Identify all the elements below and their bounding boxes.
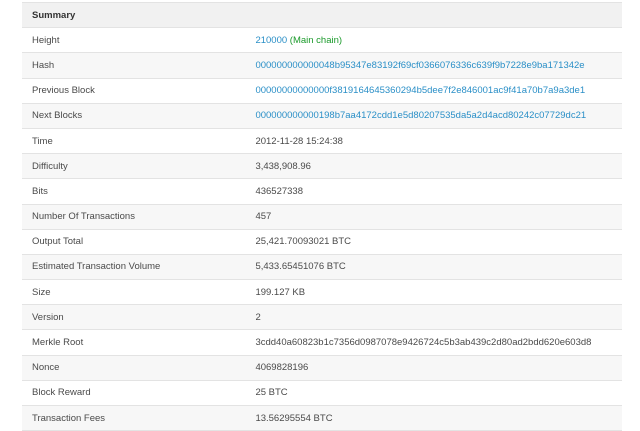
previous-block-link[interactable]: 00000000000000f3819164645360294b5dee7f2e…: [255, 85, 585, 96]
previous-block-value-cell: 00000000000000f3819164645360294b5dee7f2e…: [245, 77, 622, 104]
bits-value-cell: 436527338: [245, 178, 622, 204]
summary-body: Height 210000 (Main chain) Hash 00000000000…: [22, 27, 622, 431]
estimated-transaction-volume-value-cell: 5,433.65451076 BTC: [245, 253, 622, 280]
merkle-root-label: Merkle Root: [22, 329, 246, 356]
summary-row-version: Version 2: [22, 304, 622, 330]
height-label: Height: [22, 27, 246, 53]
hash-value-cell: 000000000000048b95347e83192f69cf03660763…: [245, 52, 622, 79]
summary-row-transaction-fees: Transaction Fees 13.56295554 BTC: [22, 404, 622, 431]
number-of-transactions-label: Number Of Transactions: [22, 203, 246, 230]
merkle-root-value-cell: 3cdd40a60823b1c7356d0987078e9426724c5b3a…: [245, 329, 622, 356]
summary-row-previous-block: Previous Block 00000000000000f38191646453…: [22, 77, 622, 104]
block-reward-value: 25 BTC: [255, 387, 288, 399]
next-blocks-link[interactable]: 000000000000198b7aa4172cdd1e5d80207535da…: [255, 110, 586, 121]
next-blocks-value-cell: 000000000000198b7aa4172cdd1e5d80207535da…: [245, 102, 622, 129]
summary-row-hash: Hash 000000000000048b95347e83192f69cf0366…: [22, 52, 622, 79]
summary-row-size: Size 199.127 KB: [22, 279, 622, 305]
nonce-value: 4069828196: [255, 362, 309, 374]
output-total-label: Output Total: [22, 228, 246, 255]
summary-row-output-total: Output Total 25,421.70093021 BTC: [22, 228, 622, 255]
version-value: 2: [255, 311, 261, 323]
height-value-cell: 210000 (Main chain): [245, 27, 622, 53]
height-link[interactable]: 210000: [255, 35, 287, 46]
previous-block-label: Previous Block: [22, 77, 246, 104]
time-label: Time: [22, 127, 246, 154]
summary-row-next-blocks: Next Blocks 000000000000198b7aa4172cdd1e5…: [22, 102, 622, 129]
block-summary-table: Summary Height 210000 (Main chain) Hash 000…: [22, 1, 622, 431]
next-blocks-label: Next Blocks: [22, 102, 246, 129]
version-label: Version: [22, 304, 246, 330]
nonce-value-cell: 4069828196: [245, 354, 622, 381]
difficulty-label: Difficulty: [22, 153, 246, 179]
transaction-fees-label: Transaction Fees: [22, 404, 246, 431]
transaction-fees-value-cell: 13.56295554 BTC: [245, 404, 622, 431]
bits-value: 436527338: [255, 185, 303, 197]
main-chain-badge: (Main chain): [289, 34, 343, 46]
nonce-label: Nonce: [22, 354, 246, 381]
summary-row-bits: Bits 436527338: [22, 178, 622, 204]
output-total-value: 25,421.70093021 BTC: [255, 236, 352, 248]
merkle-root-value: 3cdd40a60823b1c7356d0987078e9426724c5b3a…: [255, 337, 592, 349]
summary-row-difficulty: Difficulty 3,438,908.96: [22, 153, 622, 179]
block-reward-value-cell: 25 BTC: [245, 379, 622, 406]
summary-row-block-reward: Block Reward 25 BTC: [22, 379, 622, 406]
transaction-fees-value: 13.56295554 BTC: [255, 412, 333, 424]
estimated-transaction-volume-value: 5,433.65451076 BTC: [255, 261, 346, 273]
summary-row-merkle-root: Merkle Root 3cdd40a60823b1c7356d0987078e9…: [22, 329, 622, 356]
difficulty-value: 3,438,908.96: [255, 160, 311, 172]
size-label: Size: [22, 279, 246, 305]
size-value: 199.127 KB: [255, 286, 306, 298]
estimated-transaction-volume-label: Estimated Transaction Volume: [22, 253, 246, 280]
number-of-transactions-value-cell: 457: [245, 203, 622, 230]
summary-header-row: Summary: [22, 1, 622, 28]
summary-row-number-of-transactions: Number Of Transactions 457: [22, 203, 622, 230]
output-total-value-cell: 25,421.70093021 BTC: [245, 228, 622, 255]
summary-header: Summary: [22, 1, 622, 28]
block-reward-label: Block Reward: [22, 379, 246, 406]
bits-label: Bits: [22, 178, 246, 204]
hash-link[interactable]: 000000000000048b95347e83192f69cf03660763…: [255, 60, 584, 71]
hash-label: Hash: [22, 52, 246, 79]
summary-row-estimated-transaction-volume: Estimated Transaction Volume 5,433.654510…: [22, 253, 622, 280]
version-value-cell: 2: [245, 304, 622, 330]
number-of-transactions-value: 457: [255, 211, 272, 223]
summary-row-nonce: Nonce 4069828196: [22, 354, 622, 381]
time-value-cell: 2012-11-28 15:24:38: [245, 127, 622, 154]
summary-row-height: Height 210000 (Main chain): [22, 27, 622, 53]
time-value: 2012-11-28 15:24:38: [255, 135, 343, 147]
difficulty-value-cell: 3,438,908.96: [245, 153, 622, 179]
size-value-cell: 199.127 KB: [245, 279, 622, 305]
summary-row-time: Time 2012-11-28 15:24:38: [22, 127, 622, 154]
